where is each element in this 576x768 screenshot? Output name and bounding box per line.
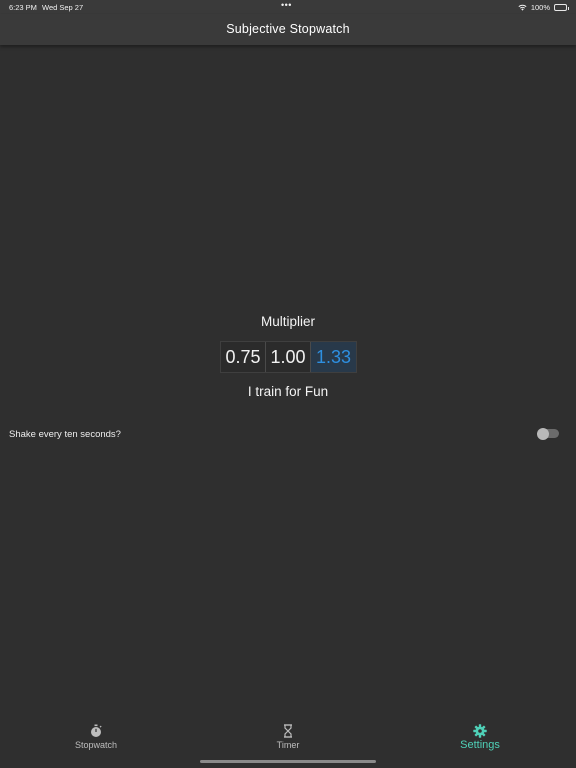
multiplier-option-0-75[interactable]: 0.75 [221, 342, 266, 372]
tab-timer[interactable]: Timer [228, 718, 348, 750]
stopwatch-icon [91, 724, 102, 737]
gear-icon [473, 724, 487, 738]
multiplier-label: Multiplier [260, 314, 315, 329]
status-bar: 6:23 PM Wed Sep 27 ••• 100% [0, 0, 576, 14]
home-indicator[interactable] [200, 760, 376, 763]
multitasking-dots[interactable]: ••• [281, 0, 292, 10]
toggle-knob [537, 427, 549, 440]
tab-timer-label: Timer [276, 740, 300, 750]
train-purpose-text: I train for Fun [247, 384, 329, 399]
wifi-icon [518, 4, 527, 11]
status-time: 6:23 PM [9, 3, 37, 12]
tab-stopwatch-label: Stopwatch [74, 740, 118, 750]
multiplier-option-1-00[interactable]: 1.00 [266, 342, 311, 372]
status-date: Wed Sep 27 [42, 3, 84, 12]
tab-settings[interactable]: Settings [420, 718, 540, 751]
battery-icon [554, 4, 569, 11]
multiplier-option-1-33[interactable]: 1.33 [311, 342, 356, 372]
page-title: Subjective Stopwatch [226, 22, 350, 36]
shake-setting-label: Shake every ten seconds? [9, 429, 121, 440]
multiplier-segmented-control[interactable]: 0.75 1.00 1.33 [220, 341, 357, 373]
tab-settings-label: Settings [460, 739, 500, 751]
shake-toggle[interactable] [537, 427, 559, 440]
app-screen: 6:23 PM Wed Sep 27 ••• 100% Subjective S… [0, 0, 576, 768]
tab-stopwatch[interactable]: Stopwatch [36, 718, 156, 750]
hourglass-icon [284, 724, 292, 738]
battery-percent: 100% [530, 3, 550, 12]
status-indicators: 100% [518, 3, 569, 12]
navigation-bar: Subjective Stopwatch [0, 14, 576, 45]
